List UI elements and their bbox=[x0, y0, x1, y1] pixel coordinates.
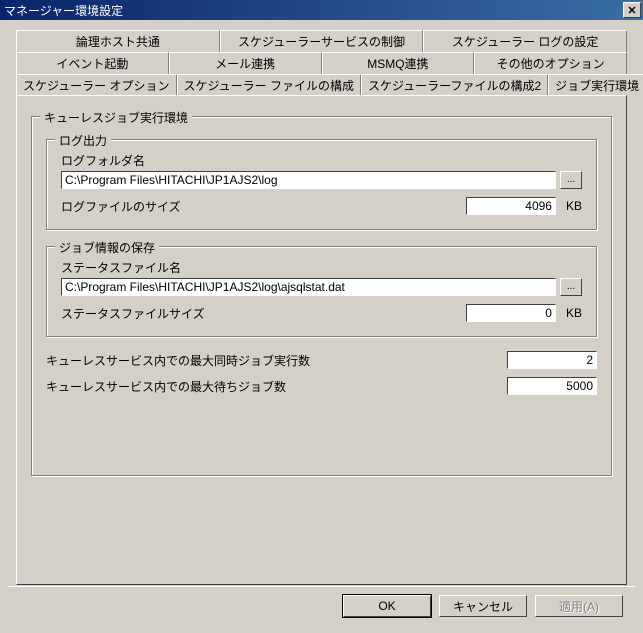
waiting-input[interactable] bbox=[507, 377, 597, 395]
group-job-info-save: ジョブ情報の保存 ステータスファイル名 ... ステータスファイルサイズ KB bbox=[46, 246, 597, 337]
log-size-unit: KB bbox=[566, 199, 582, 213]
cancel-button[interactable]: キャンセル bbox=[439, 595, 527, 617]
job-legend: ジョブ情報の保存 bbox=[55, 239, 159, 256]
group-log-output: ログ出力 ログフォルダ名 ... ログファイルのサイズ KB bbox=[46, 139, 597, 230]
title-bar: マネージャー環境設定 ✕ bbox=[0, 0, 643, 20]
tab-msmq-link[interactable]: MSMQ連携 bbox=[322, 52, 475, 74]
window-title: マネージャー環境設定 bbox=[4, 2, 123, 19]
log-folder-browse-button[interactable]: ... bbox=[560, 171, 582, 189]
waiting-label: キューレスサービス内での最大待ちジョブ数 bbox=[46, 378, 286, 395]
status-size-label: ステータスファイルサイズ bbox=[61, 305, 205, 322]
tab-mail-link[interactable]: メール連携 bbox=[169, 52, 322, 74]
tab-scheduler-service-control[interactable]: スケジューラーサービスの制御 bbox=[220, 30, 424, 52]
tab-logical-host[interactable]: 論理ホスト共通 bbox=[16, 30, 220, 52]
ok-button[interactable]: OK bbox=[343, 595, 431, 617]
concurrent-input[interactable] bbox=[507, 351, 597, 369]
status-size-unit: KB bbox=[566, 306, 582, 320]
tab-job-exec-env[interactable]: ジョブ実行環境 bbox=[548, 74, 643, 96]
group-queueless-job-env: キューレスジョブ実行環境 ログ出力 ログフォルダ名 ... ログファイルのサイズ… bbox=[31, 116, 612, 476]
tab-scheduler-file-config[interactable]: スケジューラー ファイルの構成 bbox=[177, 74, 362, 96]
tab-scheduler-options[interactable]: スケジューラー オプション bbox=[16, 74, 177, 96]
log-size-input[interactable] bbox=[466, 197, 556, 215]
log-legend: ログ出力 bbox=[55, 132, 111, 149]
button-bar: OK キャンセル 適用(A) bbox=[8, 586, 635, 625]
tab-container: 論理ホスト共通 スケジューラーサービスの制御 スケジューラー ログの設定 イベン… bbox=[16, 30, 627, 96]
tab-scheduler-file-config2[interactable]: スケジューラーファイルの構成2 bbox=[361, 74, 548, 96]
concurrent-label: キューレスサービス内での最大同時ジョブ実行数 bbox=[46, 352, 310, 369]
log-size-label: ログファイルのサイズ bbox=[61, 198, 181, 215]
status-file-browse-button[interactable]: ... bbox=[560, 278, 582, 296]
dialog-body: 論理ホスト共通 スケジューラーサービスの制御 スケジューラー ログの設定 イベン… bbox=[0, 20, 643, 633]
group-legend: キューレスジョブ実行環境 bbox=[40, 109, 192, 126]
tab-panel: キューレスジョブ実行環境 ログ出力 ログフォルダ名 ... ログファイルのサイズ… bbox=[16, 95, 627, 585]
status-file-label: ステータスファイル名 bbox=[61, 259, 582, 276]
tab-event-start[interactable]: イベント起動 bbox=[16, 52, 169, 74]
close-button[interactable]: ✕ bbox=[623, 2, 641, 18]
apply-button: 適用(A) bbox=[535, 595, 623, 617]
tab-other-options[interactable]: その他のオプション bbox=[474, 52, 627, 74]
log-folder-input[interactable] bbox=[61, 171, 556, 189]
log-folder-label: ログフォルダ名 bbox=[61, 152, 582, 169]
tab-scheduler-log-settings[interactable]: スケジューラー ログの設定 bbox=[423, 30, 627, 52]
status-size-input[interactable] bbox=[466, 304, 556, 322]
status-file-input[interactable] bbox=[61, 278, 556, 296]
